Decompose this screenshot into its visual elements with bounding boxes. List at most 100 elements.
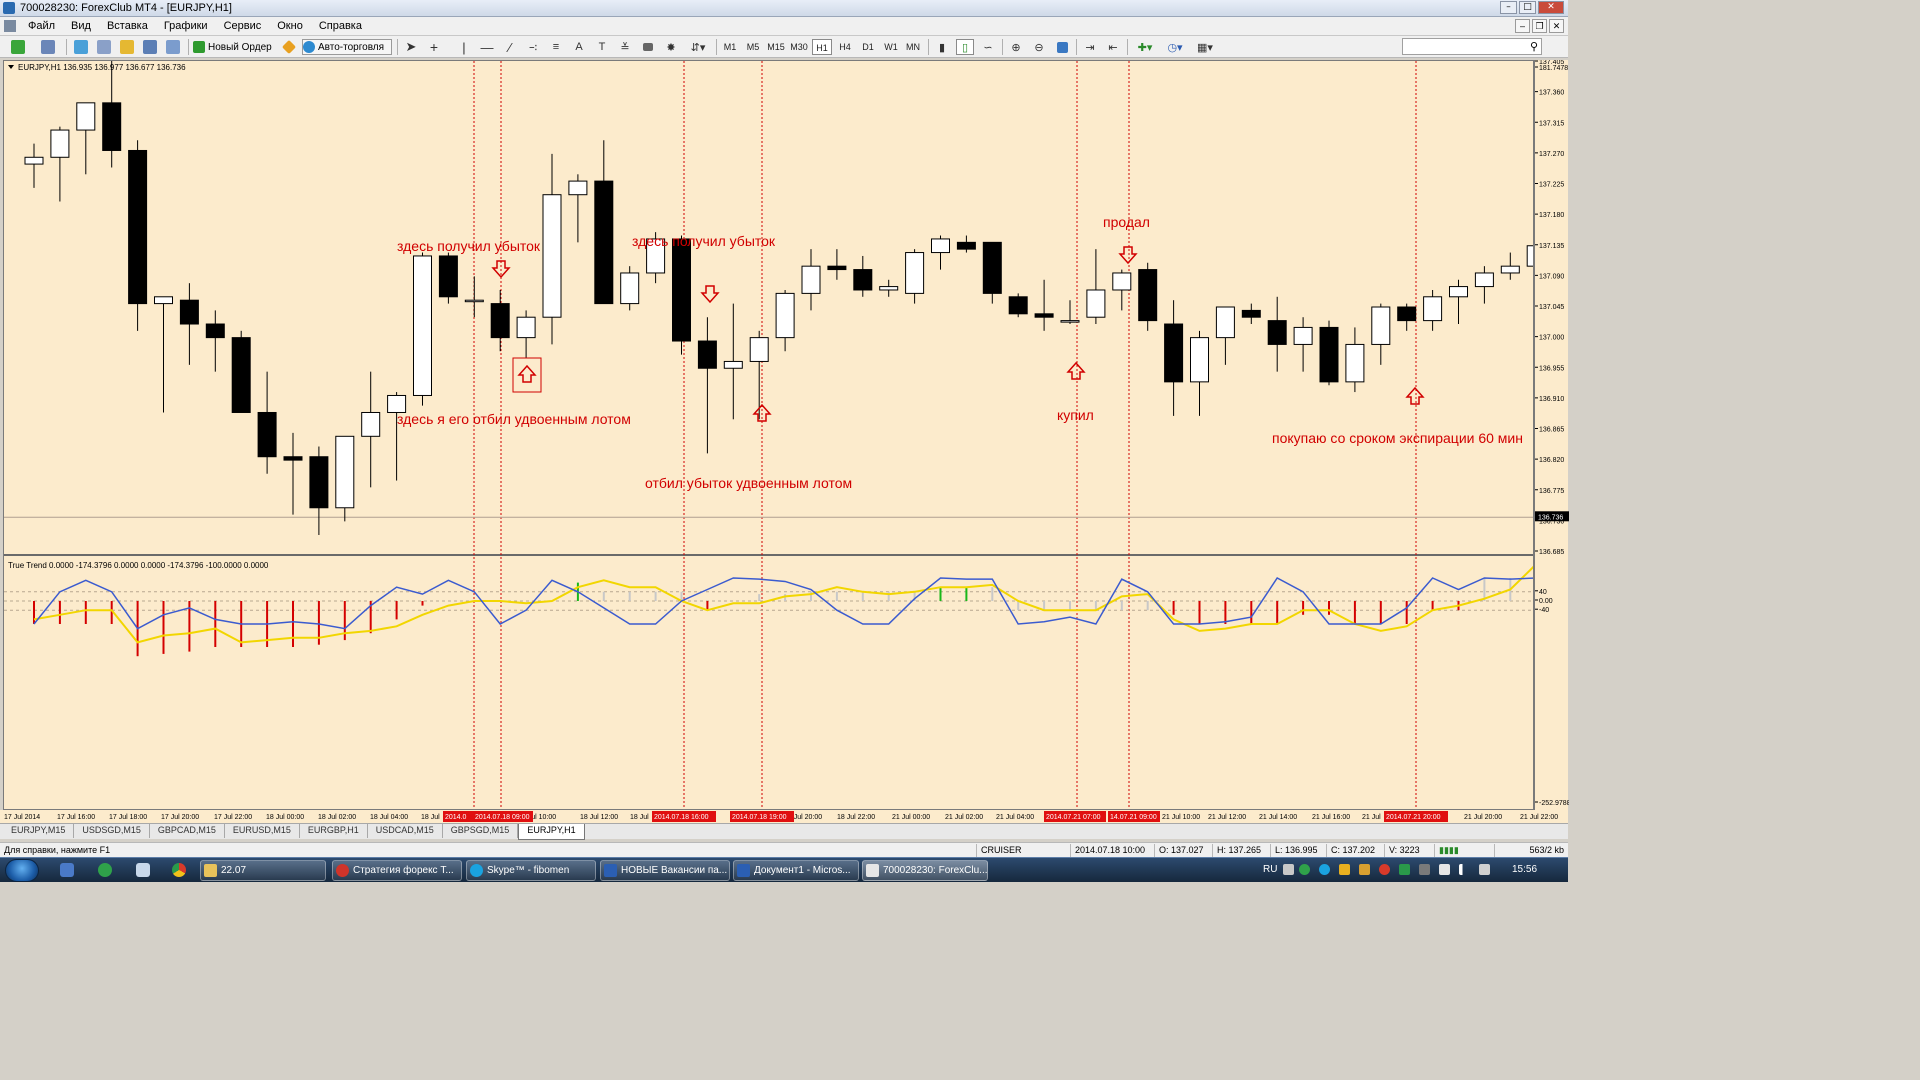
- horizontal-line-tool[interactable]: —: [478, 39, 496, 55]
- task-folder[interactable]: 22.07: [200, 860, 326, 881]
- pitchfork-tool[interactable]: ≚: [616, 39, 634, 55]
- gann-tool[interactable]: ✸: [662, 39, 680, 55]
- candlestick-button[interactable]: ▯: [956, 39, 974, 55]
- terminal-icon: [143, 40, 157, 54]
- tray-app2-icon[interactable]: [1359, 864, 1370, 875]
- tf-mn[interactable]: MN: [903, 39, 923, 55]
- tray-app-icon[interactable]: [1339, 864, 1350, 875]
- line-chart-button[interactable]: ∽: [979, 39, 997, 55]
- gann-icon: ✸: [666, 41, 676, 54]
- tray-app4-icon[interactable]: [1419, 864, 1430, 875]
- tf-h1[interactable]: H1: [812, 39, 832, 55]
- quicklaunch-notepad-icon[interactable]: [136, 863, 150, 877]
- mdi-restore-button[interactable]: ❐: [1532, 19, 1547, 33]
- chart-window[interactable]: EURJPY,H1 136.935 136.977 136.677 136.73…: [3, 60, 1534, 810]
- navigator-button[interactable]: [95, 39, 113, 55]
- chart-window-icon[interactable]: [4, 20, 16, 32]
- periods-button[interactable]: ◷▾: [1162, 39, 1188, 55]
- tray-opera-icon[interactable]: [1379, 864, 1390, 875]
- candle: [1138, 269, 1158, 322]
- crosshair-tool[interactable]: +: [425, 39, 443, 55]
- search-input[interactable]: ⚲: [1402, 38, 1542, 55]
- tf-m30[interactable]: M30: [788, 39, 810, 55]
- tester-button[interactable]: [164, 39, 182, 55]
- zoom-in-button[interactable]: ⊕: [1007, 39, 1025, 55]
- terminal-button[interactable]: [141, 39, 159, 55]
- candle: [387, 394, 407, 413]
- tf-m15[interactable]: M15: [765, 39, 787, 55]
- tab-eurjpy-m15[interactable]: EURJPY,M15: [3, 824, 75, 838]
- menu-window[interactable]: Окно: [269, 20, 311, 32]
- mdi-close-button[interactable]: ✕: [1549, 19, 1564, 33]
- network-icon[interactable]: [1459, 864, 1470, 875]
- shapes-tool[interactable]: [639, 39, 657, 55]
- quicklaunch-utorrent-icon[interactable]: [98, 863, 112, 877]
- quicklaunch-chrome-icon[interactable]: [172, 863, 186, 877]
- minimize-button[interactable]: –: [1500, 1, 1517, 14]
- menu-tools[interactable]: Сервис: [216, 20, 270, 32]
- chart-shift-button[interactable]: ⇤: [1104, 39, 1122, 55]
- cursor-tool[interactable]: ➤: [402, 39, 420, 55]
- tray-utorrent-icon[interactable]: [1299, 864, 1310, 875]
- tray-arrow-icon[interactable]: [1283, 864, 1294, 875]
- tab-eurjpy-h1[interactable]: EURJPY,H1: [518, 824, 585, 840]
- mdi-minimize-button[interactable]: –: [1515, 19, 1530, 33]
- tile-windows-button[interactable]: [1053, 39, 1071, 55]
- text-label-icon: T: [598, 41, 606, 53]
- autoscroll-button[interactable]: ⇥: [1081, 39, 1099, 55]
- tab-eurgbp-h1[interactable]: EURGBP,H1: [300, 824, 368, 838]
- new-order-button[interactable]: Новый Ордер: [193, 39, 275, 55]
- auto-trading-button[interactable]: Авто-торговля: [302, 39, 392, 55]
- templates-button[interactable]: ▦▾: [1192, 39, 1218, 55]
- text-label-tool[interactable]: T: [593, 39, 611, 55]
- fibo-tool[interactable]: ≡: [547, 39, 565, 55]
- task-mt4[interactable]: 700028230: ForexClu...: [862, 860, 988, 881]
- menu-charts[interactable]: Графики: [156, 20, 216, 32]
- task-opera[interactable]: Стратегия форекс Т...: [332, 860, 462, 881]
- menu-help[interactable]: Справка: [311, 20, 370, 32]
- favorites-button[interactable]: [118, 39, 136, 55]
- language-indicator[interactable]: RU: [1263, 864, 1277, 875]
- market-watch-button[interactable]: [72, 39, 90, 55]
- indicators-button[interactable]: ✚▾: [1132, 39, 1158, 55]
- tray-app3-icon[interactable]: [1399, 864, 1410, 875]
- task-word-document[interactable]: Документ1 - Micros...: [733, 860, 859, 881]
- tab-gbpcad-m15[interactable]: GBPCAD,M15: [150, 824, 225, 838]
- tray-skype-icon[interactable]: [1319, 864, 1330, 875]
- new-chart-button[interactable]: [6, 39, 30, 55]
- tf-m1[interactable]: M1: [720, 39, 740, 55]
- maximize-button[interactable]: □: [1519, 1, 1536, 14]
- status-profile: CRUISER: [976, 844, 1068, 857]
- volume-icon[interactable]: [1479, 864, 1490, 875]
- bar-chart-button[interactable]: ▮: [933, 39, 951, 55]
- channel-tool[interactable]: ∹: [524, 39, 542, 55]
- tf-w1[interactable]: W1: [881, 39, 901, 55]
- zoom-out-button[interactable]: ⊖: [1030, 39, 1048, 55]
- menu-view[interactable]: Вид: [63, 20, 99, 32]
- tf-d1[interactable]: D1: [858, 39, 878, 55]
- expert-editor-button[interactable]: [281, 39, 297, 55]
- menu-file[interactable]: Файл: [20, 20, 63, 32]
- text-tool[interactable]: A: [570, 39, 588, 55]
- clock: 15:56: [1512, 864, 1538, 875]
- time-label: 21 Jul 22:00: [1520, 814, 1558, 821]
- tab-eurusd-m15[interactable]: EURUSD,M15: [225, 824, 300, 838]
- task-word-vacancies[interactable]: НОВЫЕ Вакансии па...: [600, 860, 730, 881]
- close-button[interactable]: ✕: [1538, 1, 1564, 14]
- tab-usdcad-m15[interactable]: USDCAD,M15: [368, 824, 443, 838]
- tab-usdsgd-m15[interactable]: USDSGD,M15: [74, 824, 150, 838]
- arrows-tool[interactable]: ⇵▾: [685, 39, 711, 55]
- start-button[interactable]: [5, 859, 39, 882]
- profiles-button[interactable]: [36, 39, 60, 55]
- task-skype[interactable]: Skype™ - fibomen: [466, 860, 596, 881]
- tf-h4[interactable]: H4: [835, 39, 855, 55]
- vertical-line-tool[interactable]: |: [455, 39, 473, 55]
- tab-gbpsgd-m15[interactable]: GBPSGD,M15: [443, 824, 519, 838]
- tf-m5[interactable]: M5: [743, 39, 763, 55]
- tray-mt4-icon[interactable]: [1439, 864, 1450, 875]
- menu-insert[interactable]: Вставка: [99, 20, 156, 32]
- arrows-icon: ⇵▾: [690, 41, 706, 54]
- quicklaunch-explorer-icon[interactable]: [60, 863, 74, 877]
- chart-canvas[interactable]: EURJPY,H1 136.935 136.977 136.677 136.73…: [4, 61, 1534, 810]
- trendline-tool[interactable]: ∕: [501, 39, 519, 55]
